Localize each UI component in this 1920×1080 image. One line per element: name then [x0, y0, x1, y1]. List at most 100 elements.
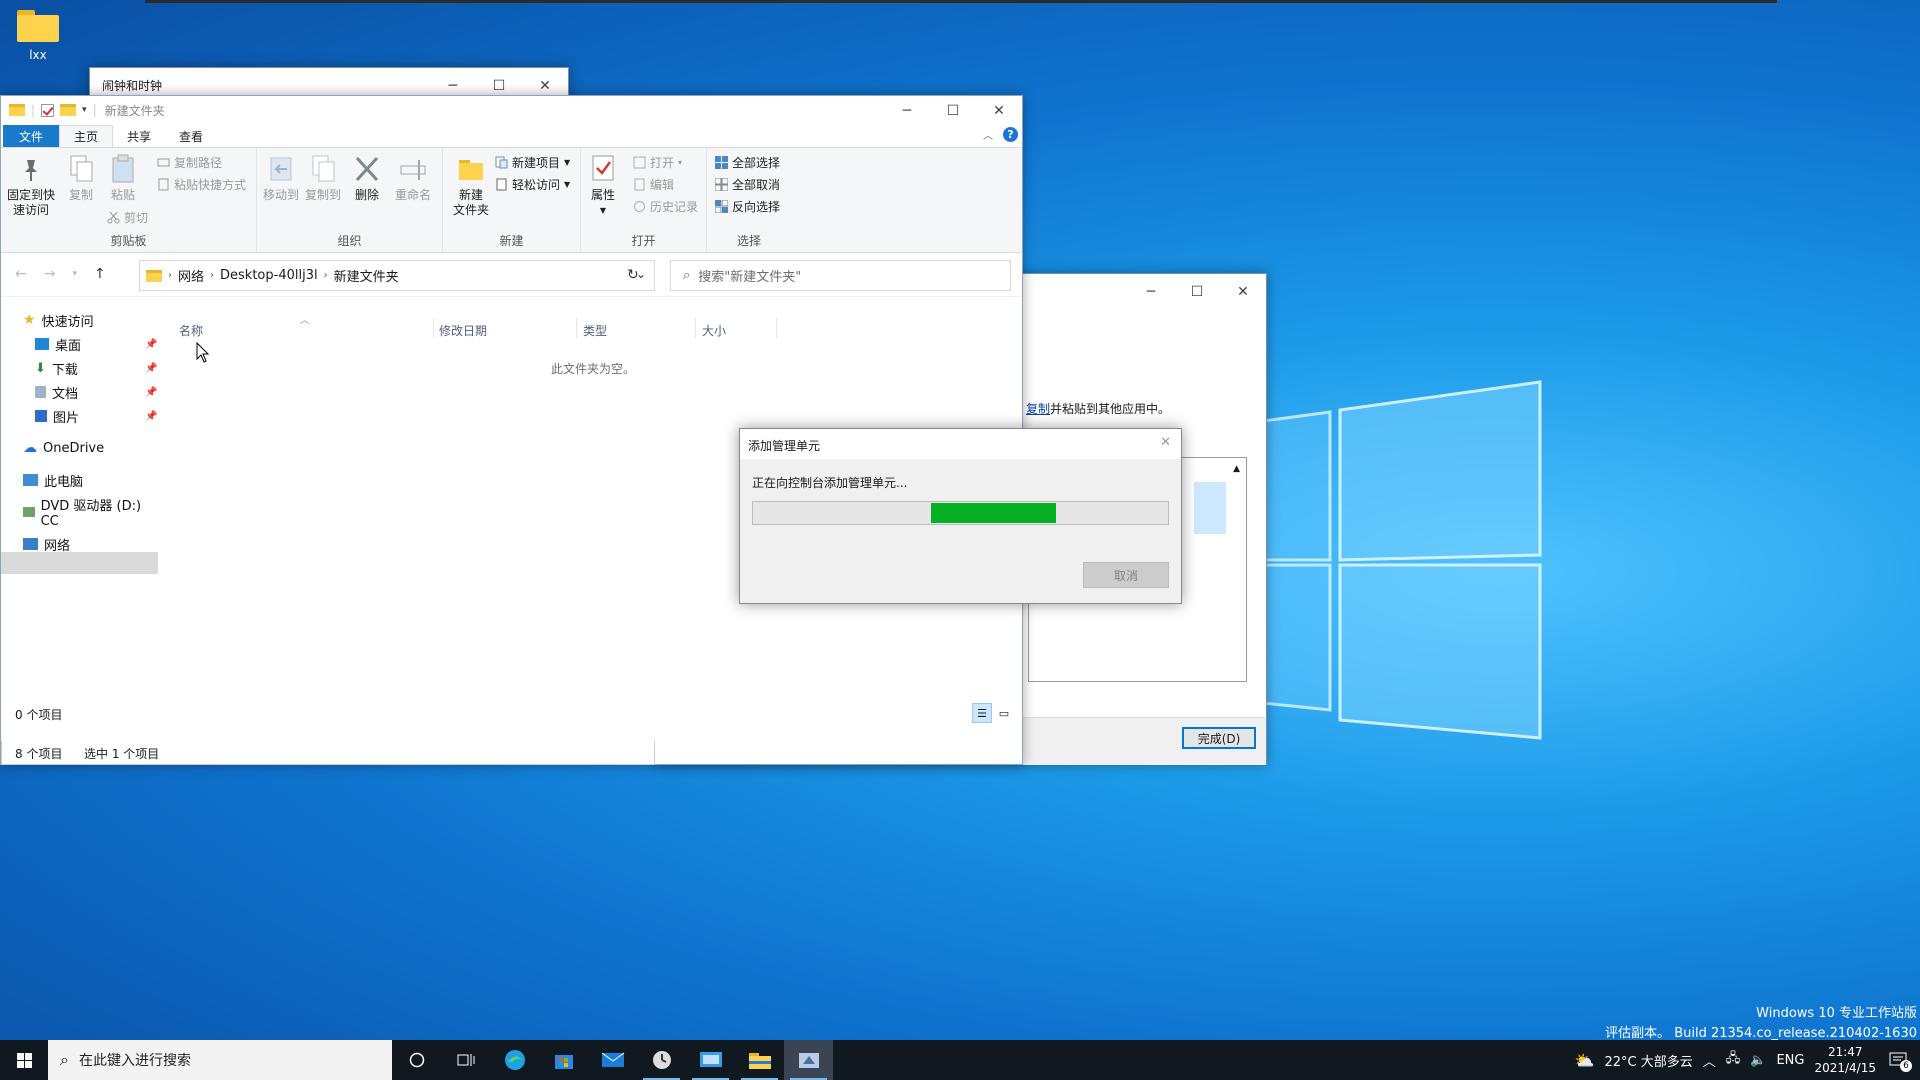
pin-icon[interactable]: 📌: [145, 411, 157, 422]
background-status-bar: 8 个项目 选中 1 个项目: [1, 741, 655, 765]
windows-logo-wallpaper: [1232, 380, 1542, 740]
mail-icon[interactable]: [588, 1040, 637, 1080]
nav-downloads[interactable]: ⬇ 下载 📌: [35, 358, 157, 378]
up-arrow-icon[interactable]: ↑: [94, 266, 106, 282]
pin-icon: [17, 154, 45, 184]
desktop-icon: [35, 338, 49, 350]
nav-dvd-drive[interactable]: DVD 驱动器 (D:) CC: [23, 499, 159, 529]
wizard-copy-text: 复制并粘贴到其他应用中。: [1026, 402, 1171, 416]
progress-bar: [752, 501, 1169, 525]
dvd-drive-icon: [23, 507, 35, 517]
empty-folder-message: 此文件夹为空。: [551, 362, 636, 376]
tab-share[interactable]: 共享: [113, 125, 165, 147]
file-explorer-icon[interactable]: [735, 1040, 784, 1080]
navigation-pane: ★ 快速访问 桌面 📌 ⬇ 下载 📌 文档 📌 图片 📌 ☁ OneDrive: [1, 296, 159, 686]
nav-quick-access[interactable]: ★ 快速访问: [23, 310, 94, 330]
weather-text[interactable]: 22°C 大部多云: [1604, 1051, 1692, 1070]
pin-icon[interactable]: 📌: [145, 339, 157, 350]
item-count: 0 个项目: [15, 708, 63, 722]
dialog-title: 添加管理单元: [748, 439, 821, 453]
pin-icon[interactable]: 📌: [145, 387, 157, 398]
input-language[interactable]: ENG: [1776, 1053, 1804, 1068]
search-icon: ⌕: [60, 1050, 69, 1069]
mmc-console-icon[interactable]: [784, 1040, 833, 1080]
nav-onedrive[interactable]: ☁ OneDrive: [23, 438, 104, 458]
nav-desktop[interactable]: 桌面 📌: [35, 334, 157, 354]
cut-button[interactable]: 剪切: [107, 209, 148, 226]
watermark-build: 评估副本。 Build 21354.co_release.210402-1630: [1605, 1026, 1917, 1040]
chevron-up-icon[interactable]: ▲: [1233, 464, 1240, 474]
column-header-type[interactable]: 类型: [583, 322, 607, 339]
column-divider[interactable]: [695, 318, 696, 338]
window-top-edge: [145, 0, 1777, 3]
column-divider[interactable]: [776, 318, 777, 338]
notification-count-badge: 6: [1900, 1060, 1912, 1072]
pictures-icon: [35, 410, 47, 422]
minimize-button[interactable]: ─: [1128, 277, 1174, 307]
window-title: 新建文件夹: [104, 103, 165, 118]
details-view-icon[interactable]: ☰: [972, 703, 992, 723]
start-button[interactable]: [0, 1040, 48, 1080]
nav-documents[interactable]: 文档 📌: [35, 382, 157, 402]
cortana-icon[interactable]: [392, 1040, 441, 1080]
pin-icon[interactable]: 📌: [145, 363, 157, 374]
taskbar-clock[interactable]: 21:47 2021/4/15: [1814, 1044, 1876, 1076]
watermark-edition: Windows 10 专业工作站版: [1756, 1006, 1917, 1021]
computer-icon: [23, 474, 38, 486]
network-tray-icon[interactable]: 🖧: [1726, 1049, 1741, 1071]
forward-arrow-icon[interactable]: →: [44, 266, 56, 282]
desktop-folder-lxx[interactable]: lxx: [12, 10, 64, 62]
mouse-cursor-icon: [196, 342, 210, 363]
taskbar-search-box[interactable]: ⌕ 在此键入进行搜索: [48, 1040, 392, 1080]
back-arrow-icon[interactable]: ←: [15, 266, 27, 282]
scissors-icon: [107, 211, 120, 224]
add-snapin-progress-dialog[interactable]: 添加管理单元 ✕ 正在向控制台添加管理单元... 取消: [739, 428, 1182, 604]
sort-ascending-icon: ︿: [300, 316, 310, 326]
nav-this-pc[interactable]: 此电脑: [23, 470, 83, 490]
column-header-size[interactable]: 大小: [702, 322, 726, 339]
copy-button[interactable]: 复制: [63, 154, 99, 203]
large-icons-view-icon[interactable]: ▭: [994, 703, 1014, 723]
show-hidden-icons-icon[interactable]: ︿: [1703, 1051, 1716, 1070]
copy-link[interactable]: 复制: [1026, 402, 1050, 416]
store-icon[interactable]: [539, 1040, 588, 1080]
action-center-icon[interactable]: 6: [1886, 1048, 1912, 1072]
customize-dropdown-icon[interactable]: ▾: [82, 105, 87, 115]
column-divider[interactable]: [433, 318, 434, 338]
folder-icon: [9, 104, 25, 116]
cancel-button[interactable]: 取消: [1083, 562, 1169, 588]
dialog-titlebar: 添加管理单元 ✕: [740, 429, 1181, 459]
column-header-name[interactable]: 名称: [179, 322, 203, 339]
clock-time: 21:47: [1827, 1045, 1863, 1059]
tab-home[interactable]: 主页: [59, 125, 114, 147]
tab-file[interactable]: 文件: [3, 125, 60, 147]
recent-dropdown-icon[interactable]: ▾: [72, 266, 77, 282]
nav-network[interactable]: 网络: [23, 534, 70, 554]
weather-icon[interactable]: ⛅: [1575, 1051, 1595, 1070]
star-icon: ★: [23, 312, 36, 328]
column-header-modified[interactable]: 修改日期: [439, 322, 487, 339]
control-panel-icon[interactable]: [686, 1040, 735, 1080]
edge-browser-icon[interactable]: [490, 1040, 539, 1080]
pin-quick-access-button[interactable]: 固定到快 速访问: [7, 154, 55, 218]
task-view-icon[interactable]: [441, 1040, 490, 1080]
maximize-button[interactable]: ☐: [1174, 277, 1220, 307]
volume-icon[interactable]: 🔈: [1750, 1053, 1766, 1068]
item-count-background: 8 个项目: [15, 747, 63, 761]
progress-message: 正在向控制台添加管理单元...: [752, 476, 908, 490]
close-icon[interactable]: ✕: [1160, 435, 1171, 450]
windows-logo-icon: [16, 1052, 32, 1068]
done-button[interactable]: 完成(D): [1182, 727, 1256, 749]
column-divider[interactable]: [576, 318, 577, 338]
taskbar: ⌕ 在此键入进行搜索 ⛅ 22°C 大部多云 ︿ 🖧 🔈 ENG 21:47 2…: [0, 1040, 1920, 1080]
nav-selection-highlight: [1, 552, 158, 574]
nav-pictures[interactable]: 图片 📌: [35, 406, 157, 426]
paste-button[interactable]: 粘贴: [103, 154, 143, 203]
new-folder-quick-icon[interactable]: [60, 104, 77, 116]
clock-date: 2021/4/15: [1814, 1061, 1876, 1075]
properties-quick-icon[interactable]: [41, 103, 55, 117]
alarms-clock-icon[interactable]: [637, 1040, 686, 1080]
close-button[interactable]: ✕: [1220, 277, 1266, 307]
selected-row[interactable]: [1194, 482, 1226, 534]
download-arrow-icon: ⬇: [35, 360, 46, 376]
